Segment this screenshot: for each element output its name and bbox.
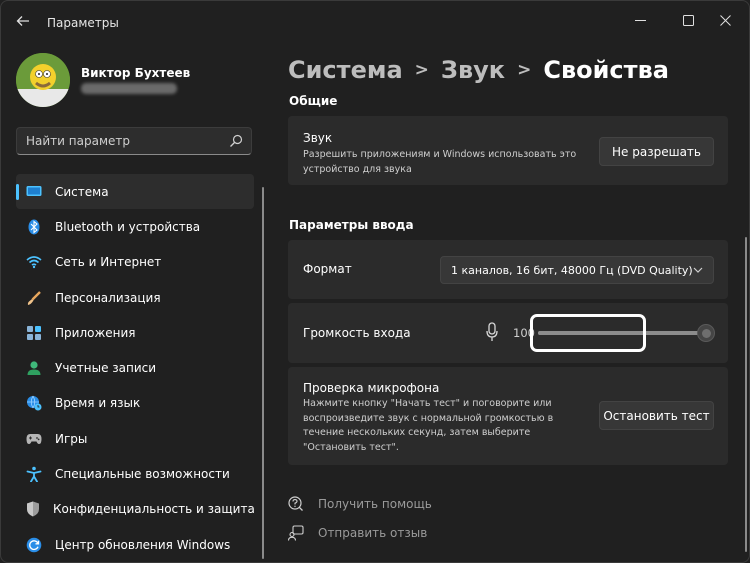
globe-clock-icon <box>26 395 42 411</box>
card-title: Звук <box>303 131 333 145</box>
search-icon[interactable] <box>229 134 243 148</box>
sidebar-item-windows-update[interactable]: Центр обновления Windows <box>16 527 254 562</box>
sidebar-item-label: Время и язык <box>55 396 141 411</box>
send-feedback-link[interactable]: Отправить отзыв <box>288 523 427 543</box>
sidebar-item-time-language[interactable]: Время и язык <box>16 386 254 421</box>
format-value: 1 каналов, 16 бит, 48000 Гц (DVD Quality… <box>451 263 693 277</box>
sidebar-item-label: Учетные записи <box>55 361 157 376</box>
sidebar-nav: Система Bluetooth и устройства Сеть и Ин… <box>16 174 255 562</box>
search-box[interactable] <box>16 127 252 155</box>
mic-test-description: Нажмите кнопку "Начать тест" и поговорит… <box>303 397 553 455</box>
send-feedback-label: Отправить отзыв <box>318 526 428 540</box>
app-title: Параметры <box>47 16 119 30</box>
back-button[interactable] <box>11 9 35 33</box>
search-input[interactable] <box>26 134 216 148</box>
sidebar-item-label: Конфиденциальность и защита <box>53 502 255 517</box>
avatar-picture <box>16 53 70 107</box>
user-name: Виктор Бухтеев <box>81 66 191 80</box>
sidebar-scrollbar[interactable] <box>262 187 264 559</box>
sidebar-item-label: Система <box>55 184 109 199</box>
maximize-icon <box>682 14 694 26</box>
get-help-label: Получить помощь <box>318 497 432 511</box>
breadcrumb-item-sound[interactable]: Звук <box>441 56 505 84</box>
sidebar-item-label: Сеть и Интернет <box>55 255 162 270</box>
user-email-blurred <box>81 83 177 94</box>
microphone-icon <box>486 322 498 341</box>
sidebar-item-label: Специальные возможности <box>55 467 230 482</box>
settings-window: Параметры Виктор Бухтеев Найти параметр … <box>0 0 750 563</box>
desc-line: "Остановить тест". <box>303 441 399 453</box>
brush-icon <box>26 290 42 306</box>
title-bar: Параметры <box>1 1 749 41</box>
breadcrumb-item-system[interactable]: Система <box>288 56 403 84</box>
arrow-left-icon <box>16 16 29 26</box>
sidebar-item-label: Игры <box>55 431 88 446</box>
sidebar-item-personalization[interactable]: Персонализация <box>16 280 254 315</box>
minimize-button[interactable] <box>617 4 663 36</box>
chevron-right-icon: > <box>517 60 532 80</box>
sidebar-item-system[interactable]: Система <box>16 174 254 210</box>
stop-test-button[interactable]: Остановить тест <box>599 401 714 430</box>
input-volume-card: Громкость входа 100 <box>288 303 728 363</box>
feedback-icon <box>288 525 304 541</box>
sidebar-item-apps[interactable]: Приложения <box>16 315 254 350</box>
apps-icon <box>26 325 42 341</box>
sidebar-item-label: Приложения <box>55 325 136 340</box>
avatar[interactable] <box>16 53 70 107</box>
sound-permission-card: Звук Разрешить приложениям и Windows исп… <box>288 116 728 185</box>
bluetooth-icon <box>26 219 42 235</box>
sidebar-item-network[interactable]: Сеть и Интернет <box>16 245 254 280</box>
wifi-icon <box>26 254 42 270</box>
gamepad-icon <box>26 431 42 447</box>
card-description: Разрешить приложениям и Windows использо… <box>303 148 576 177</box>
desc-line: течение нескольких секунд, затем выберит… <box>303 427 531 438</box>
sidebar-item-bluetooth[interactable]: Bluetooth и устройства <box>16 209 254 244</box>
person-icon <box>26 360 42 376</box>
sidebar-item-label: Персонализация <box>55 290 161 305</box>
format-card: Формат 1 каналов, 16 бит, 48000 Гц (DVD … <box>288 240 728 299</box>
accessibility-icon <box>26 466 42 483</box>
input-volume-label: Громкость входа <box>303 326 411 340</box>
chevron-down-icon <box>693 267 703 273</box>
help-chat-icon <box>288 496 303 511</box>
get-help-link[interactable]: Получить помощь <box>288 494 432 514</box>
shield-icon <box>26 501 40 517</box>
update-icon <box>26 537 42 553</box>
close-icon <box>719 14 731 26</box>
sidebar-item-gaming[interactable]: Игры <box>16 421 254 456</box>
section-title-input: Параметры ввода <box>289 218 414 232</box>
sidebar-item-label: Центр обновления Windows <box>55 537 231 552</box>
minimize-icon <box>634 19 646 21</box>
sidebar-item-privacy[interactable]: Конфиденциальность и защита <box>16 492 255 527</box>
desc-line: устройство для звука <box>303 163 412 175</box>
section-title-general: Общие <box>289 94 338 108</box>
sidebar-item-label: Bluetooth и устройства <box>55 219 201 234</box>
desc-line: Разрешить приложениям и Windows использо… <box>303 149 577 160</box>
mic-test-title: Проверка микрофона <box>303 381 440 395</box>
highlight-annotation <box>530 314 646 352</box>
page-title: Свойства <box>543 56 669 84</box>
chevron-right-icon: > <box>414 60 429 80</box>
close-button[interactable] <box>702 4 748 36</box>
desc-line: воспроизведите звук с нормальной громкос… <box>303 412 554 424</box>
sidebar-item-accounts[interactable]: Учетные записи <box>16 350 254 385</box>
dont-allow-button[interactable]: Не разрешать <box>599 137 714 166</box>
breadcrumb: Система > Звук > Свойства <box>288 54 669 86</box>
sidebar-item-accessibility[interactable]: Специальные возможности <box>16 456 254 491</box>
format-dropdown[interactable]: 1 каналов, 16 бит, 48000 Гц (DVD Quality… <box>440 256 714 284</box>
format-label: Формат <box>303 262 352 276</box>
slider-thumb[interactable] <box>697 324 715 342</box>
mic-test-card: Проверка микрофона Нажмите кнопку "Начат… <box>288 367 728 465</box>
monitor-icon <box>26 184 42 200</box>
content-scrollbar[interactable] <box>745 237 747 552</box>
desc-line: Нажмите кнопку "Начать тест" и поговорит… <box>303 398 552 409</box>
